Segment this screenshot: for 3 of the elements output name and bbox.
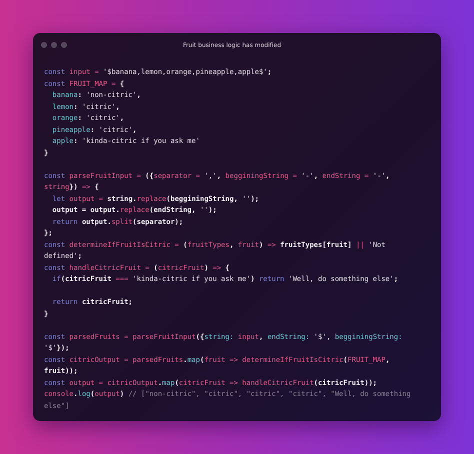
window-dot-icon[interactable] (51, 42, 57, 48)
window-dot-icon[interactable] (61, 42, 67, 48)
window-dot-icon[interactable] (41, 42, 47, 48)
